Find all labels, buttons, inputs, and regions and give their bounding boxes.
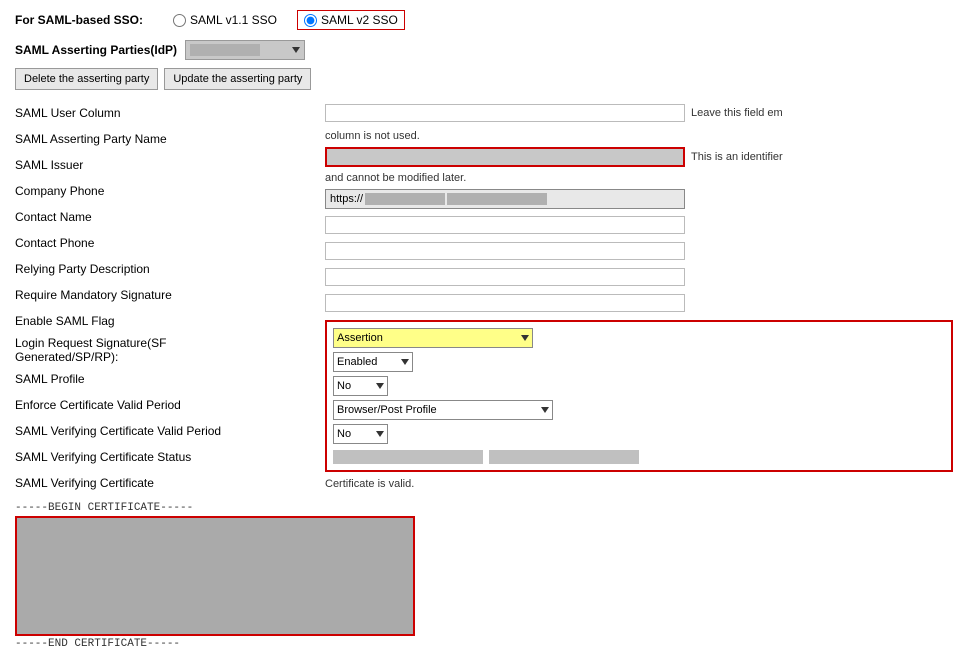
asserting-party-name-input[interactable] (325, 147, 685, 167)
company-phone-label: Company Phone (15, 184, 235, 198)
party-name-blurred (190, 44, 260, 56)
user-column-subtext: column is not used. (325, 128, 953, 142)
enforce-cert-label: Enforce Certificate Valid Period (15, 398, 235, 412)
assertion-label: Assertion (337, 332, 383, 344)
cert-valid-row: Certificate is valid. (325, 476, 953, 490)
no-dropdown-row: No (333, 376, 945, 396)
browser-post-dropdown-row: Browser/Post Profile (333, 400, 945, 420)
cert-valid-text: Certificate is valid. (325, 478, 414, 490)
relying-party-desc-label: Relying Party Description (15, 262, 235, 276)
cert-blurred-value (333, 450, 483, 464)
enabled-dropdown[interactable]: Enabled (333, 352, 413, 372)
saml-profile-label: SAML Profile (15, 372, 235, 386)
saml-issuer-input-row: https:// (325, 188, 953, 210)
browser-post-dropdown-arrow (541, 407, 549, 413)
relying-party-desc-input[interactable] (325, 294, 685, 312)
contact-name-input-row (325, 240, 953, 262)
cert-begin-label: -----BEGIN CERTIFICATE----- (15, 502, 315, 514)
no-label: No (337, 380, 351, 392)
saml-issuer-row: SAML Issuer (15, 154, 315, 176)
enable-saml-flag-row: Enable SAML Flag (15, 310, 315, 332)
saml-profile-row: SAML Profile (15, 368, 315, 390)
contact-phone-label: Contact Phone (15, 236, 235, 250)
contact-name-row: Contact Name (15, 206, 315, 228)
saml-v1-radio[interactable]: SAML v1.1 SSO (173, 13, 277, 27)
relying-party-desc-row: Relying Party Description (15, 258, 315, 280)
cert-section: -----BEGIN CERTIFICATE----- -----END CER… (15, 502, 315, 650)
select-arrow-icon (292, 47, 300, 53)
issuer-https: https:// (330, 193, 363, 205)
login-request-sig-row: Login Request Signature(SF Generated/SP/… (15, 336, 315, 364)
enabled-label: Enabled (337, 356, 377, 368)
saml-v1-label: SAML v1.1 SSO (190, 13, 277, 27)
asserting-party-hint: This is an identifier (691, 151, 783, 163)
asserting-party-select[interactable] (185, 40, 305, 60)
asserting-party-note: and cannot be modified later. (325, 172, 466, 184)
saml-v2-label: SAML v2 SSO (321, 13, 398, 27)
enabled-dropdown-row: Enabled (333, 352, 945, 372)
user-column-note: Leave this field em (691, 107, 783, 119)
saml-issuer-label: SAML Issuer (15, 158, 235, 172)
company-phone-row: Company Phone (15, 180, 315, 202)
require-mandatory-sig-label: Require Mandatory Signature (15, 288, 235, 302)
cert-blurred-value2 (489, 450, 639, 464)
company-phone-input[interactable] (325, 216, 685, 234)
assertion-dropdown-arrow (521, 335, 529, 341)
asserting-parties-label: SAML Asserting Parties(IdP) (15, 43, 177, 57)
contact-phone-input[interactable] (325, 268, 685, 286)
saml-verifying-cert-status-row: SAML Verifying Certificate Status (15, 446, 315, 468)
no-dropdown-arrow (376, 383, 384, 389)
company-phone-input-row (325, 214, 953, 236)
enforce-cert-row: Enforce Certificate Valid Period (15, 394, 315, 416)
issuer-blurred-2 (447, 193, 547, 205)
cert-blurred-row (333, 450, 945, 464)
issuer-blurred-1 (365, 193, 445, 205)
saml-issuer-input[interactable]: https:// (325, 189, 685, 209)
saml-user-column-label: SAML User Column (15, 106, 235, 120)
saml-user-column-input[interactable] (325, 104, 685, 122)
browser-post-label: Browser/Post Profile (337, 404, 437, 416)
saml-asserting-party-name-label: SAML Asserting Party Name (15, 132, 235, 146)
saml-user-column-row: SAML User Column (15, 102, 315, 124)
assertion-dropdown[interactable]: Assertion (333, 328, 533, 348)
no2-dropdown-arrow (376, 431, 384, 437)
contact-phone-input-row (325, 266, 953, 288)
delete-asserting-party-button[interactable]: Delete the asserting party (15, 68, 158, 90)
enabled-dropdown-arrow (401, 359, 409, 365)
enable-saml-flag-label: Enable SAML Flag (15, 314, 235, 328)
require-mandatory-sig-row: Require Mandatory Signature (15, 284, 315, 306)
saml-verifying-cert-status-label: SAML Verifying Certificate Status (15, 450, 235, 464)
update-asserting-party-button[interactable]: Update the asserting party (164, 68, 311, 90)
cert-end-label: -----END CERTIFICATE----- (15, 638, 315, 650)
contact-phone-row: Contact Phone (15, 232, 315, 254)
saml-verifying-cert-period-row: SAML Verifying Certificate Valid Period (15, 420, 315, 442)
login-request-sig-label: Login Request Signature(SF Generated/SP/… (15, 336, 235, 364)
saml-verifying-cert-label: SAML Verifying Certificate (15, 476, 235, 490)
no2-dropdown-row: No (333, 424, 945, 444)
contact-name-label: Contact Name (15, 210, 235, 224)
sso-header-label: For SAML-based SSO: (15, 13, 143, 27)
no-dropdown[interactable]: No (333, 376, 388, 396)
saml-asserting-party-name-row: SAML Asserting Party Name (15, 128, 315, 150)
user-column-input-row: Leave this field em (325, 102, 953, 124)
asserting-party-subtext: and cannot be modified later. (325, 170, 953, 184)
asserting-party-name-input-row: This is an identifier (325, 146, 953, 168)
browser-post-dropdown[interactable]: Browser/Post Profile (333, 400, 553, 420)
dropdowns-red-box: Assertion Enabled No (325, 320, 953, 472)
contact-name-input[interactable] (325, 242, 685, 260)
no2-label: No (337, 428, 351, 440)
saml-verifying-cert-row: SAML Verifying Certificate (15, 472, 315, 494)
relying-party-desc-input-row (325, 292, 953, 314)
saml-verifying-cert-period-label: SAML Verifying Certificate Valid Period (15, 424, 235, 438)
user-column-note-text: column is not used. (325, 130, 420, 142)
saml-v2-radio[interactable]: SAML v2 SSO (297, 10, 405, 30)
assertion-dropdown-row: Assertion (333, 328, 945, 348)
no2-dropdown[interactable]: No (333, 424, 388, 444)
